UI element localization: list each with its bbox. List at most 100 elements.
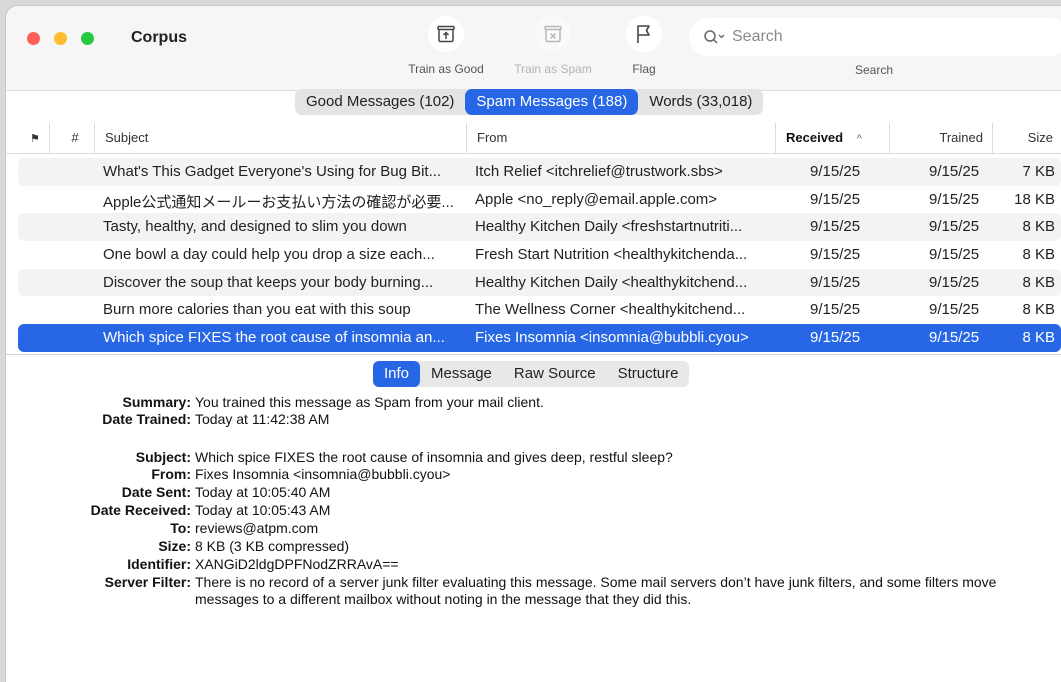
zoom-window-button[interactable]	[81, 32, 94, 45]
row-trained: 9/15/25	[929, 301, 980, 319]
tab-info[interactable]: Info	[373, 361, 421, 387]
row-size: 8 KB	[1022, 301, 1055, 319]
info-value: Today at 10:05:40 AM	[195, 484, 331, 500]
row-from: Itch Relief <itchrelief@trustwork.sbs>	[475, 163, 723, 180]
tab-structure[interactable]: Structure	[607, 361, 690, 387]
row-trained: 9/15/25	[929, 190, 980, 208]
row-received: 9/15/25	[810, 329, 861, 347]
row-from: Healthy Kitchen Daily <freshstartnutriti…	[475, 218, 743, 236]
window-title: Corpus	[131, 29, 187, 46]
column-number[interactable]: #	[49, 123, 90, 153]
column-from[interactable]: From	[466, 123, 767, 153]
flag-label: Flag	[632, 62, 656, 76]
row-size: 7 KB	[1022, 163, 1055, 180]
row-size: 8 KB	[1022, 273, 1055, 291]
column-size[interactable]: Size	[992, 123, 1053, 153]
row-received: 9/15/25	[810, 301, 861, 319]
info-value: reviews@atpm.com	[195, 520, 319, 536]
row-trained: 9/15/25	[929, 218, 980, 236]
column-flag[interactable]: ⚑	[30, 132, 40, 145]
info-label: From:	[151, 466, 191, 482]
train-as-spam-label: Train as Spam	[514, 62, 592, 76]
table-row[interactable]: One bowl a day could help you drop a siz…	[18, 241, 1061, 269]
info-label: Date Trained:	[102, 411, 191, 427]
minimize-window-button[interactable]	[54, 32, 67, 45]
row-size: 8 KB	[1022, 329, 1055, 347]
flag-button[interactable]: Flag	[609, 16, 679, 76]
column-received-label: Received	[786, 130, 844, 145]
info-label: To:	[170, 520, 191, 536]
info-label: Identifier:	[127, 556, 191, 572]
column-trained[interactable]: Trained	[889, 123, 983, 153]
row-size: 18 KB	[1014, 190, 1055, 208]
info-label: Size:	[158, 538, 191, 554]
row-size: 8 KB	[1022, 218, 1055, 236]
tab-raw-source[interactable]: Raw Source	[503, 361, 607, 387]
info-label: Date Sent:	[121, 484, 191, 500]
row-subject: Which spice FIXES the root cause of inso…	[103, 329, 445, 347]
info-label: Date Received:	[90, 502, 191, 518]
info-label: Subject:	[135, 449, 191, 465]
row-from: Fixes Insomnia <insomnia@bubbli.cyou>	[475, 329, 749, 347]
row-subject: One bowl a day could help you drop a siz…	[103, 246, 435, 264]
table-row[interactable]: Tasty, healthy, and designed to slim you…	[18, 213, 1061, 242]
table-row-selected[interactable]: Which spice FIXES the root cause of inso…	[18, 324, 1061, 352]
row-subject: Discover the soup that keeps your body b…	[103, 273, 434, 291]
info-value: You trained this message as Spam from yo…	[195, 394, 544, 410]
info-value: Which spice FIXES the root cause of inso…	[195, 449, 673, 465]
segment-good-messages[interactable]: Good Messages (102)	[295, 89, 465, 115]
tray-x-icon	[544, 25, 562, 43]
search-label: Search	[855, 63, 894, 77]
row-from: Healthy Kitchen Daily <healthykitchend..…	[475, 273, 748, 291]
split-divider[interactable]	[6, 354, 1061, 355]
row-received: 9/15/25	[810, 218, 861, 236]
row-trained: 9/15/25	[929, 163, 980, 180]
corpus-segmented-control: Good Messages (102) Spam Messages (188) …	[295, 89, 764, 115]
row-received: 9/15/25	[810, 273, 861, 291]
column-received[interactable]: Received ^	[775, 123, 888, 153]
table-row[interactable]: Burn more calories than you eat with thi…	[18, 296, 1061, 324]
train-as-spam-button[interactable]: Train as Spam	[506, 16, 600, 76]
info-value: Today at 10:05:43 AM	[195, 502, 331, 518]
sort-ascending-icon: ^	[856, 133, 862, 145]
tab-message[interactable]: Message	[420, 361, 503, 387]
table-row[interactable]: Discover the soup that keeps your body b…	[18, 268, 1061, 297]
row-from: Fresh Start Nutrition <healthykitchenda.…	[475, 246, 748, 264]
message-list: What's This Gadget Everyone's Using for …	[18, 158, 1061, 352]
info-label: Summary:	[122, 394, 191, 410]
info-value: 8 KB (3 KB compressed)	[195, 538, 350, 554]
detail-tabs: Info Message Raw Source Structure	[373, 361, 690, 387]
row-from: The Wellness Corner <healthykitchend...	[475, 301, 746, 319]
table-row[interactable]: What's This Gadget Everyone's Using for …	[18, 158, 1061, 186]
info-value: There is no record of a server junk filt…	[195, 574, 997, 607]
app-window: Corpus Train as Good Train as Spam Flag …	[6, 6, 1061, 682]
search-field[interactable]: Search	[689, 18, 1061, 56]
table-row[interactable]: Apple公式通知メールーお支払い方法の確認が必要... Apple <no_r…	[18, 186, 1061, 214]
close-window-button[interactable]	[27, 32, 40, 45]
segment-words[interactable]: Words (33,018)	[638, 89, 763, 115]
info-value: Today at 11:42:38 AM	[195, 411, 330, 427]
train-as-good-button[interactable]: Train as Good	[399, 16, 493, 76]
row-trained: 9/15/25	[929, 273, 980, 291]
segment-spam-messages[interactable]: Spam Messages (188)	[465, 89, 639, 115]
row-subject: What's This Gadget Everyone's Using for …	[103, 163, 442, 180]
row-trained: 9/15/25	[929, 246, 980, 264]
row-subject: Burn more calories than you eat with thi…	[103, 301, 411, 319]
train-as-good-label: Train as Good	[408, 62, 484, 76]
tray-up-icon	[437, 25, 455, 43]
row-from: Apple <no_reply@email.apple.com>	[475, 190, 718, 208]
row-size: 8 KB	[1022, 246, 1055, 264]
search-icon	[704, 30, 725, 44]
row-subject: Tasty, healthy, and designed to slim you…	[103, 218, 407, 236]
row-received: 9/15/25	[810, 246, 861, 264]
table-header: ⚑ # Subject From Received ^ Trained Size	[6, 123, 1061, 154]
info-value: XANGiD2ldgDPFNodZRRAvA==	[195, 556, 399, 572]
row-received: 9/15/25	[810, 190, 861, 208]
row-subject: Apple公式通知メールーお支払い方法の確認が必要...	[103, 193, 454, 211]
search-input[interactable]: Search	[732, 28, 783, 46]
flag-icon	[637, 25, 650, 43]
info-value: Fixes Insomnia <insomnia@bubbli.cyou>	[195, 466, 451, 482]
row-received: 9/15/25	[810, 163, 861, 180]
row-trained: 9/15/25	[929, 329, 980, 347]
column-subject[interactable]: Subject	[94, 123, 455, 153]
